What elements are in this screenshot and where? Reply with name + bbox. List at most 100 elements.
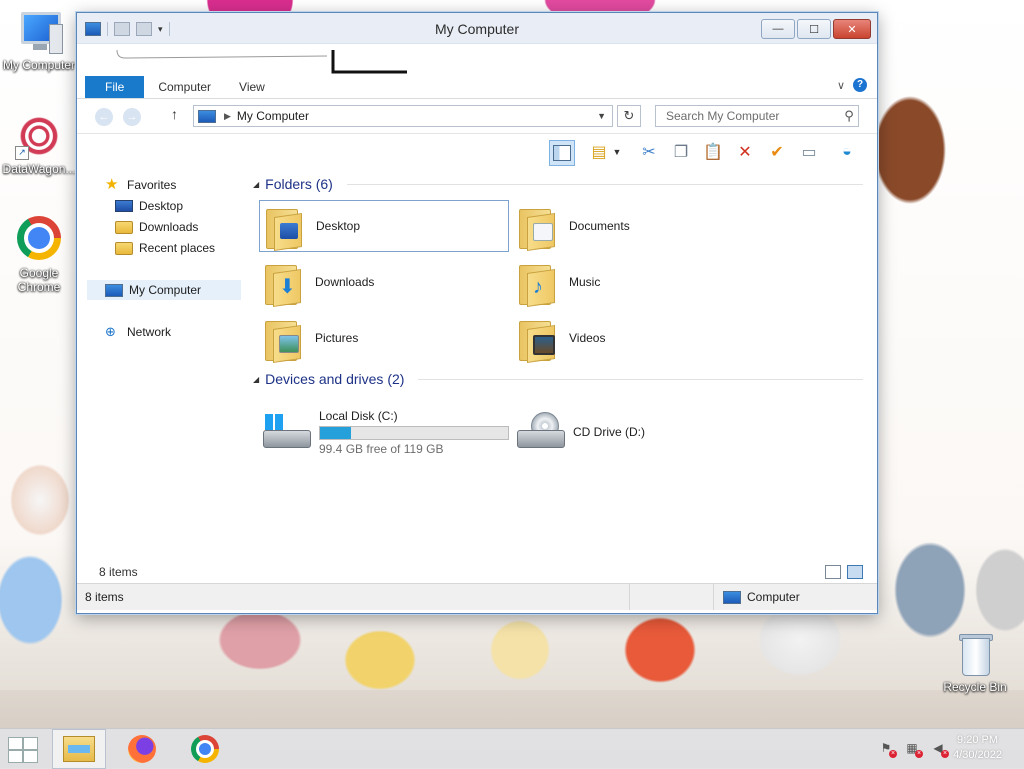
tab-file[interactable]: File xyxy=(85,76,145,98)
network-status-icon[interactable]: ▦ × xyxy=(904,741,923,758)
desktop-icon-label: My Computer xyxy=(2,58,76,72)
maximize-button[interactable]: ☐ xyxy=(797,19,831,39)
system-tray: ⚑ × ▦ × ◀ × xyxy=(878,741,949,758)
address-row: ← → ↑ ▶ My Computer ▼ ↻ ⚲ xyxy=(77,99,877,134)
drive-free-space: 99.4 GB free of 119 GB xyxy=(319,441,444,456)
datawagon-icon: ↗ xyxy=(15,112,63,160)
desktop-icon xyxy=(115,200,133,212)
desktop-icon-label: DataWagon... xyxy=(2,162,76,176)
cut-button[interactable]: ✂ xyxy=(637,140,661,164)
chrome-icon xyxy=(17,216,61,260)
drive-usage-bar xyxy=(319,425,509,440)
collapse-icon[interactable]: ◢ xyxy=(253,375,259,384)
group-divider xyxy=(418,378,863,380)
folder-tile-videos[interactable]: Videos xyxy=(513,312,763,364)
recent-places-icon xyxy=(115,241,133,255)
chrome-icon xyxy=(191,735,219,763)
drive-tile-local-disk[interactable]: Local Disk (C:) 99.4 GB free of 119 GB xyxy=(259,405,509,459)
breadcrumb-arrow-icon[interactable]: ▶ xyxy=(224,111,231,122)
back-button[interactable]: ← xyxy=(95,108,113,126)
up-button[interactable]: ↑ xyxy=(171,106,178,122)
properties-dropdown-icon[interactable]: ▼ xyxy=(611,140,623,164)
help-icon[interactable]: ? xyxy=(853,78,867,92)
videos-folder-icon xyxy=(519,317,555,363)
search-input[interactable] xyxy=(664,108,840,124)
large-icons-view-icon[interactable] xyxy=(847,565,863,579)
desktop-icon-recycle-bin[interactable]: Recycle Bin xyxy=(937,632,1013,694)
nav-label: Favorites xyxy=(127,178,177,192)
minimize-button[interactable]: — xyxy=(761,19,795,39)
close-button[interactable]: ✕ xyxy=(833,19,871,39)
address-bar[interactable]: ▶ My Computer ▼ xyxy=(193,105,613,127)
group-title: Folders (6) xyxy=(265,176,333,192)
copy-button[interactable]: ❐ xyxy=(669,140,693,164)
details-view-icon[interactable] xyxy=(825,565,841,579)
taskbar-file-explorer[interactable] xyxy=(52,729,106,769)
documents-folder-icon xyxy=(519,205,555,251)
title-bar[interactable]: ▾ My Computer — ☐ ✕ xyxy=(77,13,877,44)
computer-icon xyxy=(105,283,123,297)
drive-tile-cd-drive[interactable]: CD Drive (D:) xyxy=(513,405,763,459)
ribbon-tabs: File Computer View xyxy=(85,76,279,98)
content-pane: ◢ Folders (6) Desktop Documents ⬇ Downlo… xyxy=(247,169,871,565)
computer-icon xyxy=(15,8,63,56)
folder-label: Downloads xyxy=(315,275,375,289)
delete-button[interactable]: ✕ xyxy=(733,140,757,164)
desktop-icon-my-computer[interactable]: My Computer xyxy=(1,8,77,72)
group-title: Devices and drives (2) xyxy=(265,371,405,387)
search-box[interactable]: ⚲ xyxy=(655,105,859,127)
nav-item-recent-places[interactable]: Recent places xyxy=(115,238,215,258)
group-header-devices[interactable]: ◢ Devices and drives (2) xyxy=(253,371,863,387)
status-location: Computer xyxy=(723,590,800,604)
action-center-icon[interactable]: ⚑ × xyxy=(878,741,897,758)
collapse-icon[interactable]: ◢ xyxy=(253,180,259,189)
taskbar-firefox[interactable] xyxy=(115,729,169,769)
forward-button[interactable]: → xyxy=(123,108,141,126)
ribbon: File Computer View ∨ ? xyxy=(77,44,877,99)
tab-computer[interactable]: Computer xyxy=(144,76,225,98)
group-divider xyxy=(346,183,863,185)
checkmark-button[interactable]: ✔ xyxy=(765,140,789,164)
taskbar: ⚑ × ▦ × ◀ × 9:20 PM 4/30/2022 xyxy=(0,728,1024,769)
explorer-window: ▾ My Computer — ☐ ✕ File Computer View ∨… xyxy=(76,12,878,614)
folder-tile-downloads[interactable]: ⬇ Downloads xyxy=(259,256,509,308)
layout-button[interactable] xyxy=(549,140,575,166)
volume-muted-icon[interactable]: ◀ × xyxy=(930,741,949,758)
paste-button[interactable]: 📋 xyxy=(701,140,725,164)
nav-item-network[interactable]: ⊕ Network xyxy=(105,322,171,342)
preview-pane-icon xyxy=(553,145,571,161)
folder-tile-documents[interactable]: Documents xyxy=(513,200,763,252)
wallpaper-floor xyxy=(0,690,1024,730)
address-path[interactable]: My Computer xyxy=(237,109,597,123)
search-icon[interactable]: ⚲ xyxy=(840,108,858,124)
drive-name: CD Drive (D:) xyxy=(573,425,645,439)
group-header-folders[interactable]: ◢ Folders (6) xyxy=(253,176,863,192)
nav-item-my-computer[interactable]: My Computer xyxy=(87,280,241,300)
refresh-button[interactable]: ↻ xyxy=(617,105,641,127)
shortcut-arrow-icon: ↗ xyxy=(15,146,29,160)
nav-label: Downloads xyxy=(139,220,199,234)
details-status: 8 items xyxy=(77,565,877,583)
nav-item-favorites[interactable]: ★ Favorites xyxy=(105,175,176,195)
desktop-icon-google-chrome[interactable]: Google Chrome xyxy=(1,216,77,294)
ribbon-decoration xyxy=(116,49,407,74)
folder-tile-music[interactable]: ♪ Music xyxy=(513,256,763,308)
desktop-icon-datawagon[interactable]: ↗ DataWagon... xyxy=(1,112,77,176)
expand-ribbon-icon[interactable]: ∨ xyxy=(837,79,845,92)
address-dropdown-icon[interactable]: ▼ xyxy=(597,111,606,121)
folder-tile-pictures[interactable]: Pictures xyxy=(259,312,509,364)
start-button[interactable] xyxy=(8,737,38,763)
computer-icon xyxy=(723,590,741,604)
rename-button[interactable]: ▭ xyxy=(797,140,821,164)
tab-view[interactable]: View xyxy=(225,76,279,98)
properties-button[interactable]: ▤ xyxy=(587,140,611,164)
taskbar-chrome[interactable] xyxy=(178,729,232,769)
folder-label: Desktop xyxy=(316,219,361,233)
shell-icon[interactable]: ◒ xyxy=(835,140,859,164)
nav-item-desktop[interactable]: Desktop xyxy=(115,196,183,216)
folder-label: Pictures xyxy=(315,331,359,345)
folder-tile-desktop[interactable]: Desktop xyxy=(259,200,509,252)
star-icon: ★ xyxy=(105,176,119,193)
nav-item-downloads[interactable]: Downloads xyxy=(115,217,198,237)
system-clock[interactable]: 9:20 PM 4/30/2022 xyxy=(953,733,1002,763)
